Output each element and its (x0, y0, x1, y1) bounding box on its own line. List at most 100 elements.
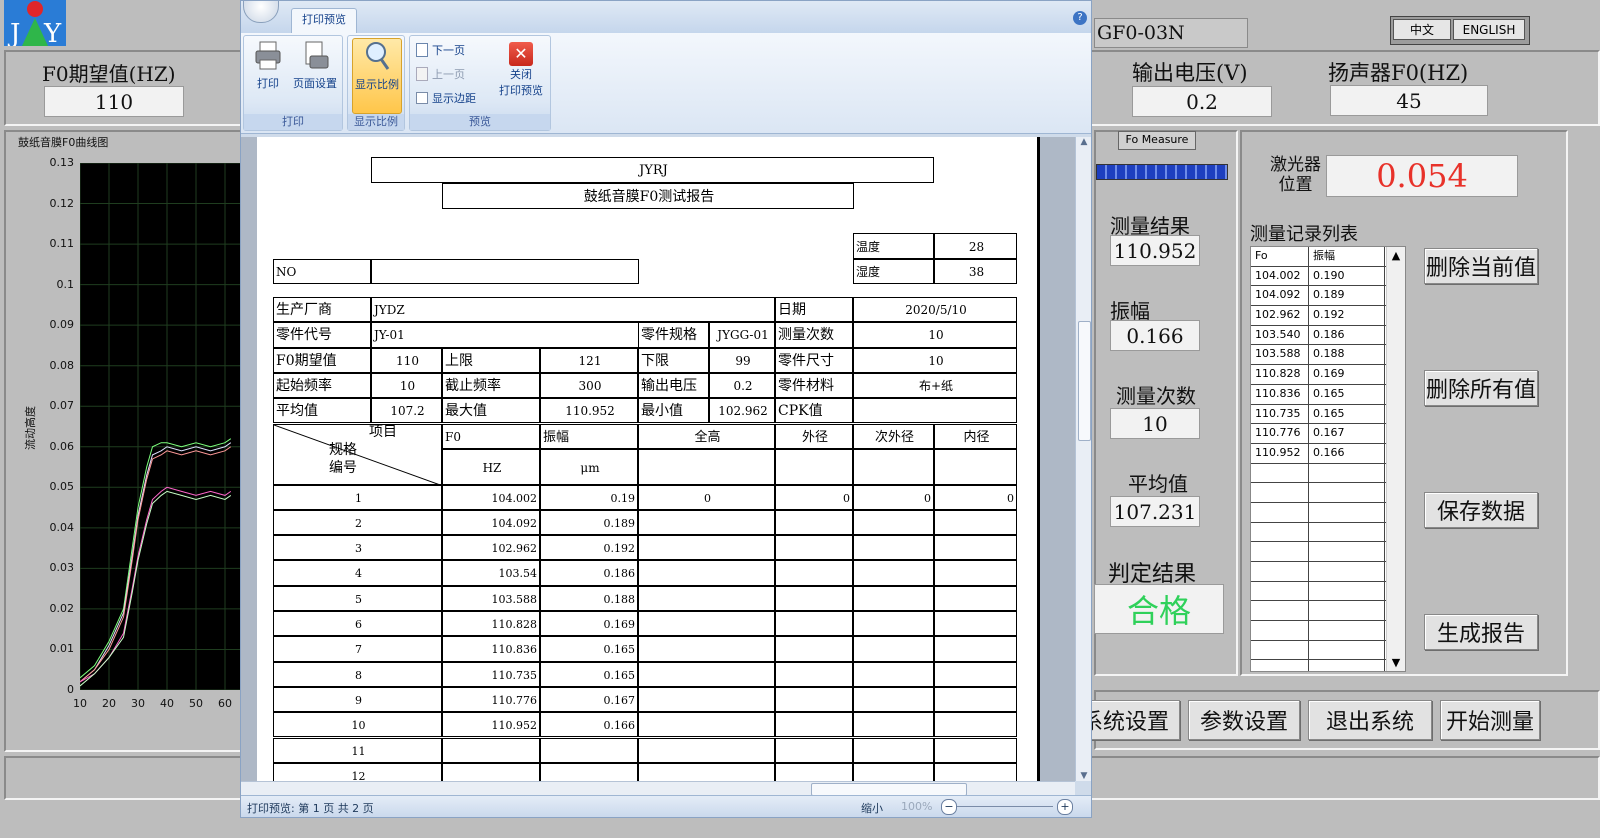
generate-report-button[interactable]: 生成报告 (1424, 614, 1538, 650)
avg-value: 107.2 (371, 398, 442, 424)
record-row[interactable]: 110.735 0.165 (1251, 404, 1405, 425)
row-height (638, 686, 775, 713)
y-tick-label: 0.06 (49, 439, 75, 453)
record-fo: 104.092 (1251, 286, 1309, 306)
report-company: JYRJ (371, 157, 934, 183)
record-fo (1251, 621, 1309, 640)
record-fo (1251, 640, 1309, 660)
scroll-down-icon[interactable]: ▼ (1387, 656, 1405, 669)
param-settings-button[interactable]: 参数设置 (1188, 700, 1300, 740)
row-no: 9 (273, 686, 442, 713)
h-sub-outer: 次外径 (853, 423, 934, 449)
f0-expected-label: F0期望值(HZ) (42, 62, 176, 86)
row-no: 8 (273, 661, 442, 687)
record-row[interactable]: 110.776 0.167 (1251, 424, 1405, 444)
row-inner (934, 686, 1017, 713)
print-button[interactable]: 打印 (250, 40, 286, 91)
record-row[interactable] (1251, 621, 1405, 641)
record-row[interactable] (1251, 601, 1405, 622)
record-row[interactable] (1251, 660, 1405, 671)
vscroll-thumb[interactable] (1078, 321, 1091, 441)
lang-cn-button[interactable]: 中文 (1393, 19, 1451, 40)
zoom-out-icon[interactable]: − (941, 799, 957, 815)
delete-current-button[interactable]: 删除当前值 (1424, 248, 1538, 284)
date-value: 2020/5/10 (853, 297, 1017, 323)
material-value: 布+纸 (853, 372, 1017, 399)
app-logo: J Y (4, 0, 66, 46)
row-amp: 0.165 (540, 636, 638, 662)
stop-value: 300 (540, 372, 638, 399)
record-row[interactable]: 103.540 0.186 (1251, 325, 1405, 346)
page-status: 打印预览: 第 1 页 共 2 页 (247, 802, 374, 815)
count-value-r: 10 (853, 322, 1017, 348)
zoom-in-icon[interactable]: + (1057, 799, 1073, 815)
close-preview-button[interactable]: ✕ 关闭 打印预览 (496, 42, 546, 98)
row-sub-outer (853, 686, 934, 713)
show-ratio-button[interactable]: 显示比例 (352, 38, 402, 114)
record-amp: 0.165 (1309, 384, 1385, 404)
vscroll-down-icon[interactable]: ▼ (1076, 771, 1091, 781)
vertical-scrollbar[interactable]: ▲ ▼ (1075, 137, 1091, 781)
save-data-button[interactable]: 保存数据 (1424, 492, 1538, 528)
horizontal-scrollbar[interactable] (241, 781, 1075, 796)
checkbox-icon (416, 92, 428, 104)
record-row[interactable] (1251, 640, 1405, 661)
help-icon[interactable]: ? (1073, 11, 1087, 25)
lang-en-button[interactable]: ENGLISH (1453, 19, 1525, 40)
next-page-button[interactable]: 下一页 (416, 42, 465, 58)
record-row[interactable] (1251, 463, 1405, 484)
no-label: NO (273, 259, 371, 284)
record-row[interactable] (1251, 502, 1405, 523)
close-icon: ✕ (509, 42, 533, 66)
record-fo: 102.962 (1251, 306, 1309, 325)
output-voltage-input[interactable]: 0.2 (1132, 86, 1272, 117)
records-scrollbar[interactable]: ▲ ▼ (1386, 247, 1405, 671)
delete-all-button[interactable]: 删除所有值 (1424, 370, 1538, 406)
record-amp (1309, 463, 1385, 483)
record-row[interactable]: 110.836 0.165 (1251, 384, 1405, 405)
row-height (638, 560, 775, 586)
zoom-slider[interactable] (957, 806, 1053, 807)
row-sub-outer (853, 636, 934, 662)
row-sub-outer (853, 535, 934, 561)
record-row[interactable] (1251, 581, 1405, 602)
count-label: 测量次数 (775, 322, 853, 348)
row-outer (775, 535, 853, 561)
exit-button[interactable]: 退出系统 (1308, 700, 1432, 740)
min-label: 最小值 (638, 398, 709, 424)
row-amp: 0.166 (540, 712, 638, 738)
record-row[interactable] (1251, 562, 1405, 582)
y-tick-label: 0.09 (49, 318, 75, 332)
tab-print-preview[interactable]: 打印预览 (291, 8, 357, 34)
row-f0 (442, 762, 540, 781)
record-row[interactable] (1251, 522, 1405, 543)
records-list[interactable]: Fo 振幅 104.002 0.190 104.092 0.189 102.962 0.192… (1250, 246, 1406, 672)
u-inner (934, 448, 1017, 485)
record-row[interactable]: 104.002 0.190 (1251, 266, 1405, 287)
zoom-label: 缩小 (861, 802, 883, 815)
record-row[interactable]: 102.962 0.192 (1251, 306, 1405, 326)
avg-label: 平均值 (1128, 472, 1188, 496)
record-row[interactable] (1251, 483, 1405, 503)
scroll-up-icon[interactable]: ▲ (1387, 249, 1405, 262)
row-inner (934, 535, 1017, 561)
vscroll-up-icon[interactable]: ▲ (1076, 137, 1091, 147)
prev-page-button[interactable]: 上一页 (416, 66, 465, 82)
record-row[interactable]: 110.952 0.166 (1251, 443, 1405, 464)
show-margin-checkbox[interactable]: 显示边距 (416, 90, 476, 106)
record-row[interactable] (1251, 542, 1405, 562)
page-setup-button[interactable]: 页面设置 (288, 40, 342, 91)
record-row[interactable]: 103.588 0.188 (1251, 345, 1405, 366)
speaker-f0-input[interactable]: 45 (1330, 85, 1488, 116)
f0-expected-input[interactable]: 110 (44, 86, 184, 117)
judge-value: 合格 (1094, 584, 1224, 634)
count-value: 10 (1110, 408, 1200, 439)
start-measure-button[interactable]: 开始测量 (1440, 700, 1540, 740)
row-sub-outer (853, 611, 934, 637)
record-row[interactable]: 104.092 0.189 (1251, 286, 1405, 307)
row-f0: 110.828 (442, 611, 540, 637)
record-amp (1309, 522, 1385, 542)
record-row[interactable]: 110.828 0.169 (1251, 365, 1405, 385)
record-amp: 0.190 (1309, 266, 1385, 286)
row-f0: 110.952 (442, 712, 540, 738)
